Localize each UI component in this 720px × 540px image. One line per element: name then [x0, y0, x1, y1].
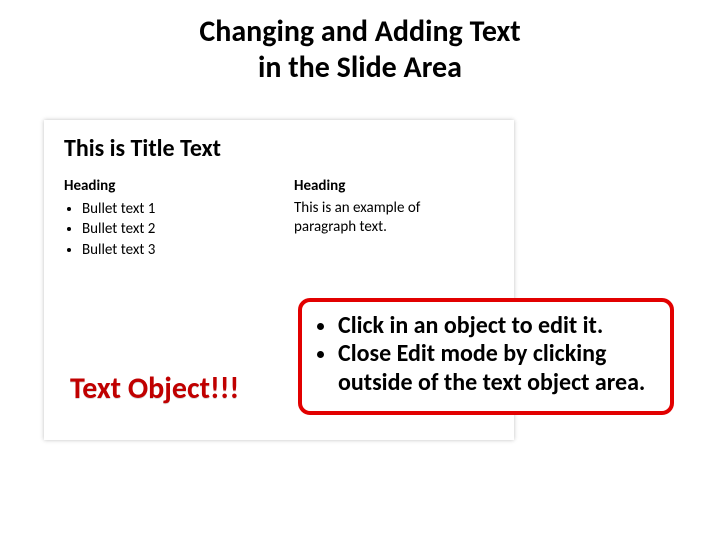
instruction-callout: Click in an object to edit it. Close Edi…	[298, 298, 674, 415]
list-item: Bullet text 1	[82, 199, 254, 219]
left-bullet-list: Bullet text 1 Bullet text 2 Bullet text …	[64, 199, 254, 260]
page-title: Changing and Adding Text in the Slide Ar…	[0, 0, 720, 86]
slide-title-text[interactable]: This is Title Text	[64, 134, 494, 163]
right-heading: Heading	[294, 177, 484, 195]
slide-columns: Heading Bullet text 1 Bullet text 2 Bull…	[64, 177, 494, 260]
page-title-line-1: Changing and Adding Text	[0, 14, 720, 50]
list-item: Close Edit mode by clicking outside of t…	[338, 340, 656, 397]
page-title-line-2: in the Slide Area	[0, 50, 720, 86]
callout-bullet-list: Click in an object to edit it. Close Edi…	[312, 312, 656, 397]
list-item: Bullet text 3	[82, 240, 254, 260]
list-item: Click in an object to edit it.	[338, 312, 656, 340]
text-object-label[interactable]: Text Object!!!	[70, 370, 239, 407]
slide-right-column[interactable]: Heading This is an example of paragraph …	[294, 177, 484, 260]
list-item: Bullet text 2	[82, 219, 254, 239]
slide-left-column[interactable]: Heading Bullet text 1 Bullet text 2 Bull…	[64, 177, 254, 260]
left-heading: Heading	[64, 177, 254, 195]
right-paragraph: This is an example of paragraph text.	[294, 199, 484, 237]
